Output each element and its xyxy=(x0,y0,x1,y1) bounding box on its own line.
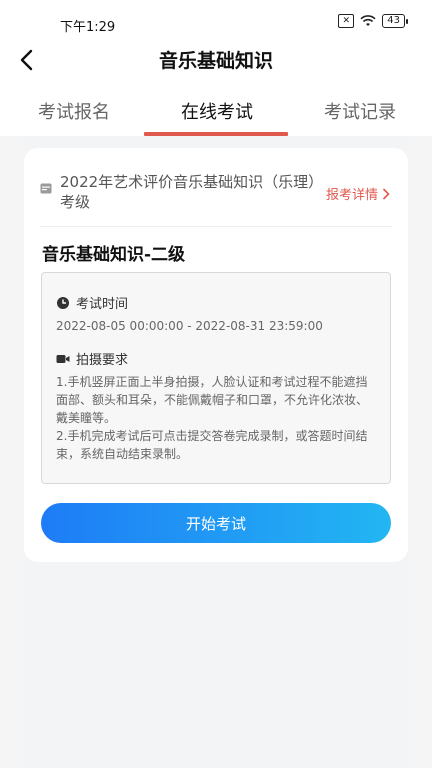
exam-time-label: 考试时间 xyxy=(76,297,129,312)
exam-time-heading: 考试时间 xyxy=(56,293,128,312)
video-camera-icon xyxy=(56,354,70,363)
sim-off-icon: ✕ xyxy=(338,14,355,28)
shoot-requirement-1: 1.手机竖屏正面上半身拍摄，人脸认证和考试过程不能遮挡面部、额头和耳朵，不能佩戴… xyxy=(56,375,369,425)
battery-level: 43 xyxy=(382,14,405,28)
tab-exam-registration[interactable]: 考试报名 xyxy=(38,98,110,124)
registration-details-link[interactable]: 报考详情 xyxy=(326,184,390,203)
clock-icon xyxy=(57,296,69,309)
nav-bar: 音乐基础知识 xyxy=(0,40,432,80)
exam-header: 2022年艺术评价音乐基础知识（乐理）考级 报考详情 xyxy=(40,170,390,230)
divider xyxy=(40,226,392,227)
tab-bar: 考试报名 在线考试 考试记录 xyxy=(0,84,432,136)
battery-icon: 43 xyxy=(382,14,408,28)
status-bar: 下午1:29 ✕ 43 xyxy=(0,0,432,40)
exam-card: 2022年艺术评价音乐基础知识（乐理）考级 报考详情 音乐基础知识-二级 考试时… xyxy=(24,148,408,562)
exam-level-title: 音乐基础知识-二级 xyxy=(42,245,186,265)
left-gutter xyxy=(0,136,24,768)
exam-info-box: 考试时间 2022-08-05 00:00:00 - 2022-08-31 23… xyxy=(41,272,391,484)
calendar-icon xyxy=(40,183,52,194)
registration-details-label: 报考详情 xyxy=(325,188,378,203)
page-title: 音乐基础知识 xyxy=(158,50,273,72)
shoot-requirements-heading: 拍摄要求 xyxy=(56,349,128,368)
start-exam-button[interactable]: 开始考试 xyxy=(41,503,391,543)
shoot-requirements-label: 拍摄要求 xyxy=(76,353,129,368)
chevron-right-icon xyxy=(382,187,390,200)
wifi-icon xyxy=(360,15,376,26)
exam-time-value: 2022-08-05 00:00:00 - 2022-08-31 23:59:0… xyxy=(56,319,323,333)
right-gutter xyxy=(408,136,432,768)
tab-online-exam[interactable]: 在线考试 xyxy=(181,98,253,124)
status-icons: ✕ 43 xyxy=(338,14,408,28)
exam-name: 2022年艺术评价音乐基础知识（乐理）考级 xyxy=(60,173,324,211)
tab-exam-records[interactable]: 考试记录 xyxy=(324,98,396,124)
shoot-requirement-2: 2.手机完成考试后可点击提交答卷完成录制，或答题时间结束，系统自动结束录制。 xyxy=(56,429,368,461)
status-time: 下午1:29 xyxy=(60,20,116,35)
